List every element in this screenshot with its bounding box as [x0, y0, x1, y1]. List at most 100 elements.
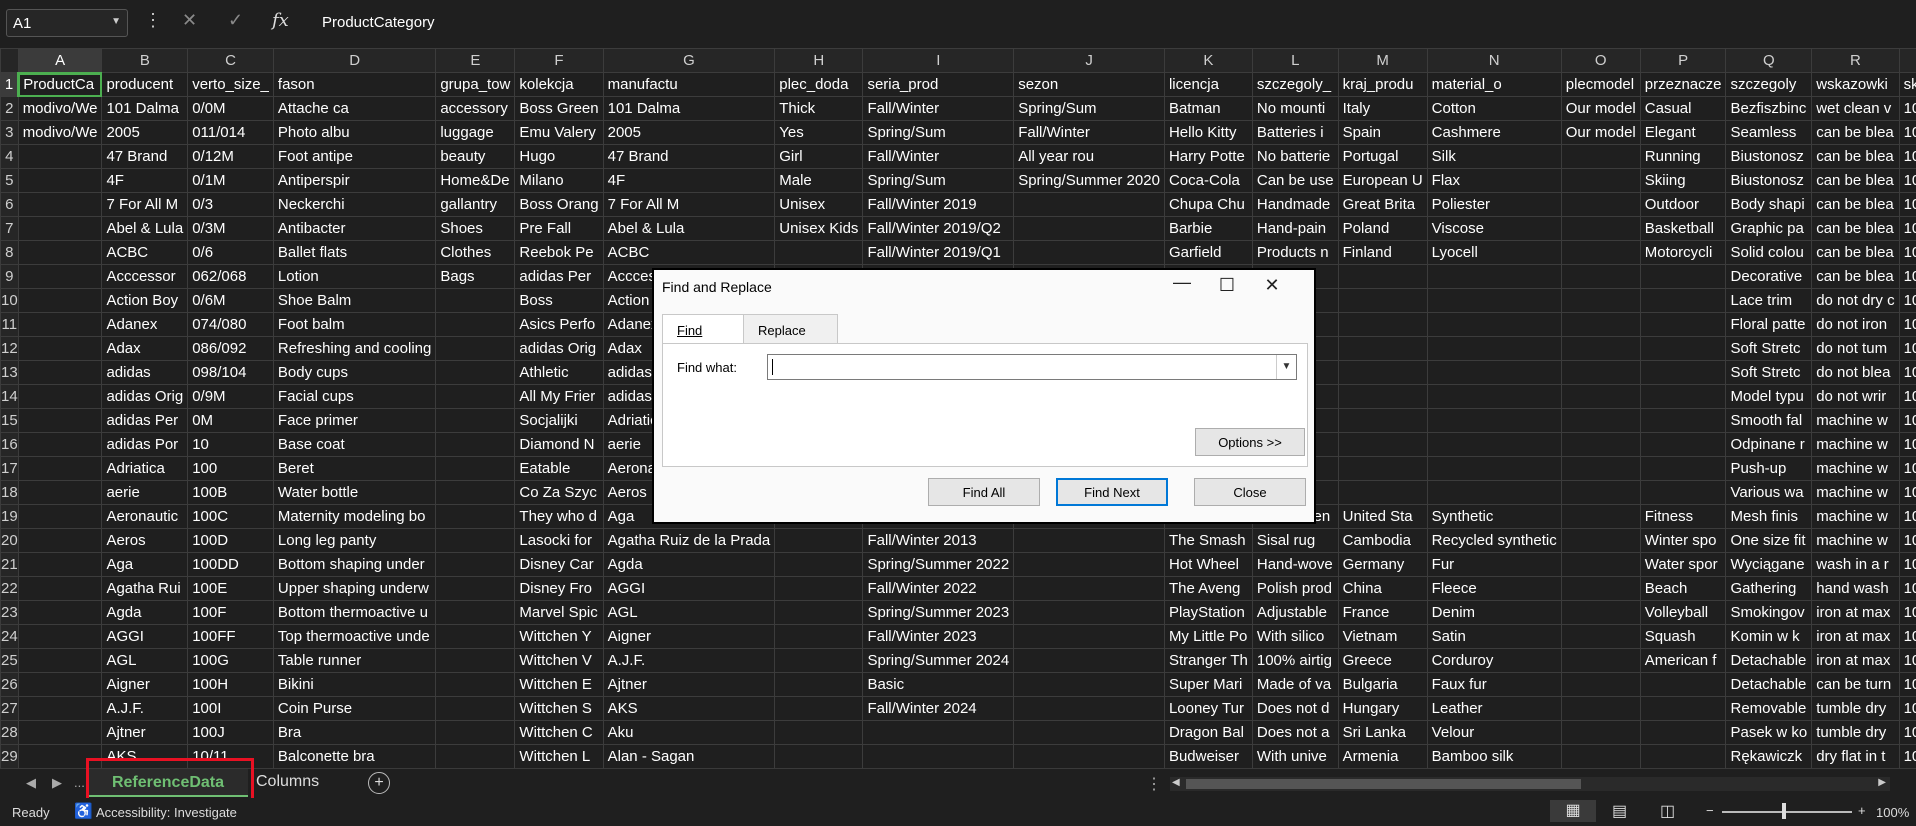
column-header[interactable]: Q — [1725, 48, 1813, 73]
cell[interactable]: Shoes — [435, 216, 516, 241]
cell[interactable]: Solid colou — [1725, 240, 1813, 265]
cell[interactable]: kraj_produ — [1337, 72, 1428, 97]
cell[interactable] — [1639, 744, 1727, 768]
cell[interactable]: 086/092 — [187, 336, 274, 361]
cell[interactable]: With unive — [1251, 744, 1339, 768]
cell[interactable] — [17, 264, 103, 289]
cell[interactable] — [17, 384, 103, 409]
row-header[interactable]: 12 — [0, 336, 19, 361]
insert-function-icon[interactable]: fx — [272, 10, 289, 31]
cell[interactable] — [1426, 264, 1562, 289]
cell[interactable]: Our model — [1560, 120, 1641, 145]
cell[interactable]: Reebok Pe — [514, 240, 604, 265]
cell[interactable]: 0/9M — [187, 384, 274, 409]
cell[interactable]: 100H — [187, 672, 274, 697]
zoom-slider[interactable] — [1722, 811, 1852, 813]
cell[interactable]: 101 Dalma — [602, 96, 776, 121]
cell[interactable]: Garfield — [1163, 240, 1253, 265]
cell[interactable]: Eatable — [514, 456, 604, 481]
cell[interactable] — [17, 144, 103, 169]
cell[interactable]: Can be use — [1251, 168, 1339, 193]
cell[interactable] — [1639, 264, 1727, 289]
cell[interactable]: adidas Orig — [101, 384, 189, 409]
cell[interactable]: 100J — [187, 720, 274, 745]
cell[interactable]: Poland — [1337, 216, 1428, 241]
cell[interactable]: Poliester — [1426, 192, 1562, 217]
cell[interactable] — [1013, 648, 1165, 673]
cell[interactable]: adidas Por — [101, 432, 189, 457]
cell[interactable]: Komin w k — [1725, 624, 1813, 649]
cell[interactable]: Lasocki for — [514, 528, 604, 553]
cell[interactable]: Flax — [1426, 168, 1562, 193]
cell[interactable]: Squash — [1639, 624, 1727, 649]
cell[interactable]: can be turn — [1811, 672, 1900, 697]
cell[interactable] — [17, 648, 103, 673]
cell[interactable] — [435, 600, 516, 625]
maximize-icon[interactable]: ☐ — [1207, 275, 1247, 296]
cell[interactable]: 100% airtig — [1251, 648, 1339, 673]
cell[interactable]: Armenia — [1337, 744, 1428, 768]
cell[interactable]: seria_prod — [862, 72, 1015, 97]
cell[interactable]: Maternity modeling bo — [272, 504, 437, 529]
cell[interactable]: Spring/Sum — [862, 168, 1015, 193]
cell[interactable]: Fitness — [1639, 504, 1727, 529]
cell[interactable]: 100FF — [187, 624, 274, 649]
cell[interactable]: Lyocell — [1426, 240, 1562, 265]
cell[interactable]: Hand-pain — [1251, 216, 1339, 241]
cell[interactable] — [1639, 336, 1727, 361]
cell[interactable]: All My Frier — [514, 384, 604, 409]
cell[interactable]: Silk — [1426, 144, 1562, 169]
cell[interactable]: licencja — [1163, 72, 1253, 97]
zoom-level[interactable]: 100% — [1876, 805, 1909, 820]
cell[interactable]: Stranger Th — [1163, 648, 1253, 673]
cell[interactable]: hand wash — [1811, 576, 1900, 601]
cell[interactable]: Socjalijki — [514, 408, 604, 433]
column-header[interactable]: O — [1560, 48, 1641, 73]
column-header[interactable]: D — [272, 48, 437, 73]
column-header[interactable]: C — [187, 48, 274, 73]
cell[interactable]: szczegoly_ — [1251, 72, 1339, 97]
cell[interactable]: A.J.F. — [602, 648, 776, 673]
cell[interactable]: szczegoly — [1725, 72, 1813, 97]
cell[interactable]: ACBC — [602, 240, 776, 265]
cell[interactable]: Corduroy — [1426, 648, 1562, 673]
column-header[interactable]: N — [1426, 48, 1562, 73]
cell[interactable]: Dragon Bal — [1163, 720, 1253, 745]
cell[interactable]: Wittchen V — [514, 648, 604, 673]
cell[interactable]: modivo/We — [17, 96, 103, 121]
cell[interactable] — [1639, 288, 1727, 313]
cell[interactable] — [1560, 192, 1641, 217]
cell[interactable] — [17, 288, 103, 313]
cell[interactable]: Abel & Lula — [101, 216, 189, 241]
cell[interactable]: Boss Green — [514, 96, 604, 121]
cell[interactable] — [435, 456, 516, 481]
cell[interactable] — [1337, 360, 1428, 385]
cell[interactable]: dry flat in t — [1811, 744, 1900, 768]
row-header[interactable]: 27 — [0, 696, 19, 721]
cell[interactable]: Biustonosz — [1725, 168, 1813, 193]
cell[interactable]: 100% acry — [1898, 168, 1916, 193]
cell[interactable]: Motorcycli — [1639, 240, 1727, 265]
add-sheet-icon[interactable]: + — [368, 772, 390, 794]
row-header[interactable]: 7 — [0, 216, 19, 241]
cell[interactable]: Abel & Lula — [602, 216, 776, 241]
more-options-icon[interactable]: ⋮ — [1146, 774, 1162, 794]
cell[interactable]: Bags — [435, 264, 516, 289]
cell[interactable]: fason — [272, 72, 437, 97]
cell[interactable]: 100% cotto — [1898, 696, 1916, 721]
accessibility-status[interactable]: Accessibility: Investigate — [96, 805, 237, 820]
cell[interactable]: Wittchen S — [514, 696, 604, 721]
cell[interactable]: Cashmere — [1426, 120, 1562, 145]
row-header[interactable]: 21 — [0, 552, 19, 577]
cell[interactable] — [435, 360, 516, 385]
cell[interactable]: 0/3 — [187, 192, 274, 217]
cell[interactable]: Removable — [1725, 696, 1813, 721]
cell[interactable]: adidas — [101, 360, 189, 385]
cell[interactable]: Fall/Winter 2022 — [862, 576, 1015, 601]
cell[interactable]: 100% cotto — [1898, 528, 1916, 553]
cell[interactable]: Body cups — [272, 360, 437, 385]
cell[interactable]: Fall/Winter 2024 — [862, 696, 1015, 721]
enter-icon[interactable]: ✓ — [228, 10, 243, 31]
cell[interactable] — [1560, 360, 1641, 385]
cell[interactable]: Beret — [272, 456, 437, 481]
